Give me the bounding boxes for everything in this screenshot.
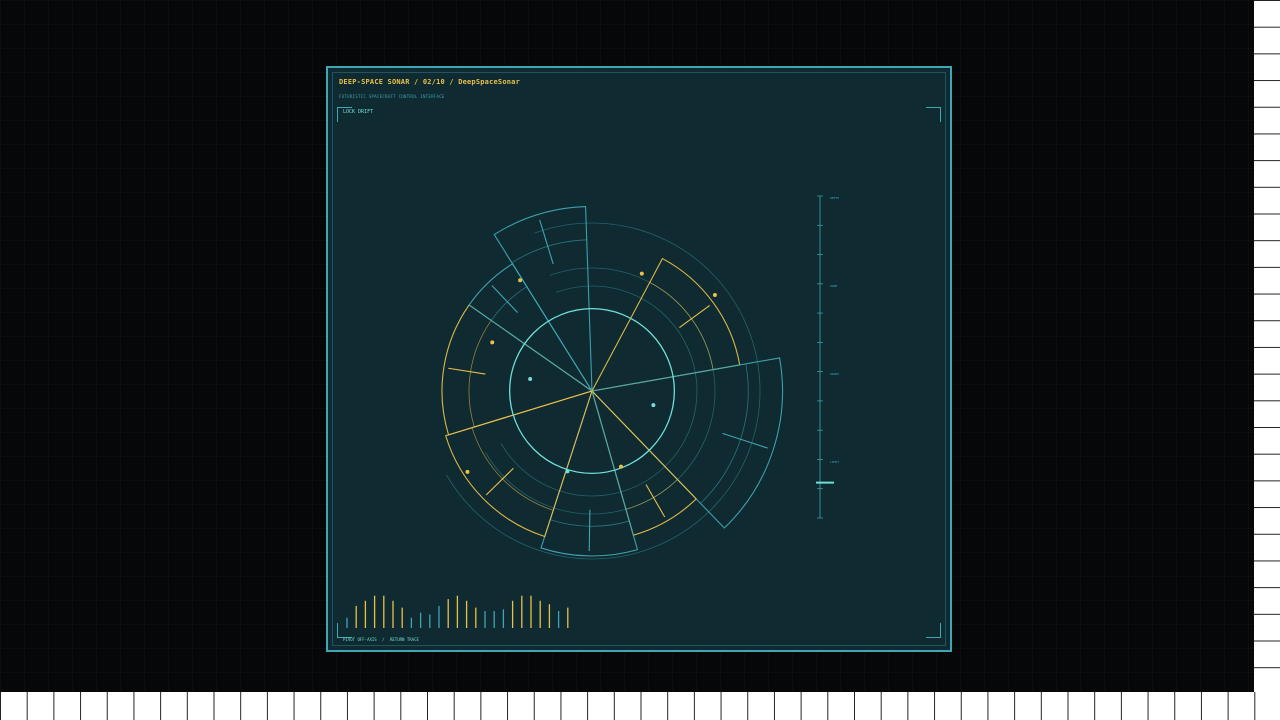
sector-tick-2 [539,219,554,265]
sonar-sector-1 [468,263,593,392]
contact-blip-7 [565,469,570,474]
ruler-edge-bottom [0,692,1280,720]
sonar-sector-0 [441,304,594,436]
contact-blip-2 [712,292,717,297]
sonar-panel: DEEP-SPACE SONAR / 02/10 / DeepSpaceSona… [326,66,952,652]
contact-blip-3 [639,271,644,276]
sector-tick-0 [448,367,486,375]
depth-scale-label-0: DEPTH [830,196,839,200]
depth-scale-label-2: RANGE [830,372,839,376]
contact-blip-1 [518,278,523,283]
depth-scale-label-3: LIMIT [830,460,839,464]
sector-tick-5 [645,484,666,518]
sonar-sector-3 [590,257,741,392]
return-trace-link[interactable]: RETURN TRACE [390,637,419,642]
range-ring-0 [500,285,698,497]
sector-tick-6 [588,509,591,552]
sonar-sector-2 [493,206,593,394]
sonar-scene: DEPTH ZONE RANGE LIMIT [346,195,839,628]
contact-blip-4 [528,376,533,381]
footer-nav: PIVOT OFF-AXIS / RETURN TRACE [343,637,419,642]
depth-scale-label-1: ZONE [830,284,837,288]
contact-blip-5 [651,403,656,408]
footer-separator: / [382,637,385,642]
contact-blip-8 [465,469,470,474]
sector-tick-1 [491,285,519,314]
sonar-sector-5 [591,390,697,536]
contact-blip-0 [490,340,495,345]
sonar-sector-4 [590,357,784,529]
contact-blip-6 [619,464,624,469]
sonar-sector-7 [445,390,593,538]
ruler-edge-right [1254,0,1280,720]
range-ring-1 [485,267,716,515]
sector-tick-4 [722,432,768,449]
pivot-off-axis-link[interactable]: PIVOT OFF-AXIS [343,637,377,642]
